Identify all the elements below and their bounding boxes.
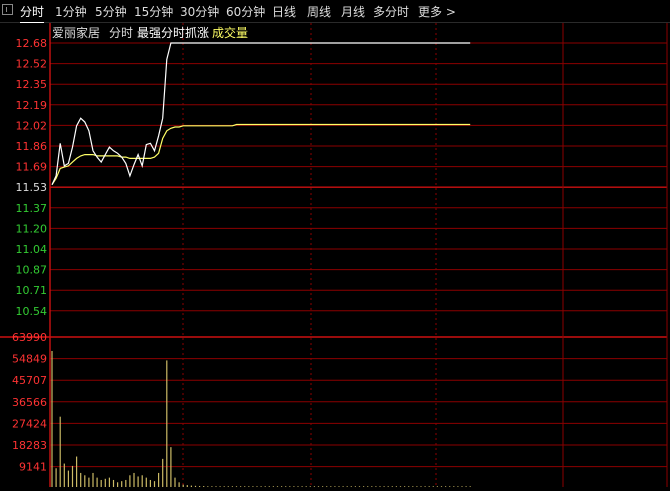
- volume-tick-label: 18283: [12, 439, 47, 452]
- tab-weekly[interactable]: 周线: [307, 3, 331, 20]
- price-tick-label: 11.04: [16, 243, 48, 256]
- price-tick-label: 10.87: [16, 264, 48, 277]
- volume-tick-label: 36566: [12, 396, 47, 409]
- chart-header: 爱丽家居 分时 最强分时抓涨 成交量: [52, 25, 248, 40]
- volume-tick-label: 9141: [19, 461, 47, 474]
- tab-multi-intraday[interactable]: 多分时: [373, 3, 409, 20]
- intraday-chart[interactable]: 12.68 12.52 12.35 12.19 12.02 11.86 11.69 11.53…: [0, 23, 670, 491]
- price-tick-label: 10.54: [16, 305, 48, 318]
- price-tick-label: 12.35: [16, 78, 48, 91]
- stock-name: 爱丽家居: [52, 25, 100, 40]
- volume-tick-label: 27424: [12, 417, 47, 430]
- price-axis: 12.68 12.52 12.35 12.19 12.02 11.86 11.69 11.53…: [16, 37, 48, 318]
- volume-tick-label: 45707: [12, 374, 47, 387]
- price-tick-label: 12.19: [16, 99, 48, 112]
- tab-30min[interactable]: 30分钟: [180, 3, 219, 20]
- indicator-name: 最强分时抓涨: [137, 25, 209, 40]
- volume-tick-label: 54849: [12, 353, 47, 366]
- volume-axis: 63990 54849 45707 36566 27424 18283 9141: [12, 331, 47, 474]
- chart-grid: [0, 23, 668, 487]
- period-toolbar: 分时 1分钟 5分钟 15分钟 30分钟 60分钟 日线 周线 月线 多分时 更…: [0, 0, 670, 23]
- tab-60min[interactable]: 60分钟: [226, 3, 265, 20]
- price-tick-label: 11.20: [16, 222, 48, 235]
- chart-mode: 分时: [109, 26, 133, 40]
- tab-monthly[interactable]: 月线: [341, 3, 365, 20]
- price-tick-label: 12.52: [16, 58, 48, 71]
- price-line: [51, 42, 471, 185]
- price-tick-label: 11.37: [16, 202, 48, 215]
- tab-5min[interactable]: 5分钟: [95, 3, 127, 20]
- volume-tick-label: 63990: [12, 331, 47, 344]
- price-tick-label: 10.71: [16, 284, 48, 297]
- price-tick-label: 12.68: [16, 37, 48, 50]
- volume-label: 成交量: [212, 25, 248, 40]
- tab-intraday[interactable]: 分时: [20, 3, 45, 23]
- tab-daily[interactable]: 日线: [272, 3, 296, 20]
- avg-price-line: [51, 123, 471, 186]
- panel-toggle-icon[interactable]: [2, 4, 13, 15]
- tab-15min[interactable]: 15分钟: [134, 3, 173, 20]
- tab-more[interactable]: 更多 >: [418, 3, 456, 20]
- price-tick-label: 11.69: [16, 161, 48, 174]
- price-tick-label: 12.02: [16, 119, 48, 132]
- price-tick-label: 11.86: [16, 140, 48, 153]
- price-tick-label: 11.53: [16, 181, 48, 194]
- tab-1min[interactable]: 1分钟: [55, 3, 87, 20]
